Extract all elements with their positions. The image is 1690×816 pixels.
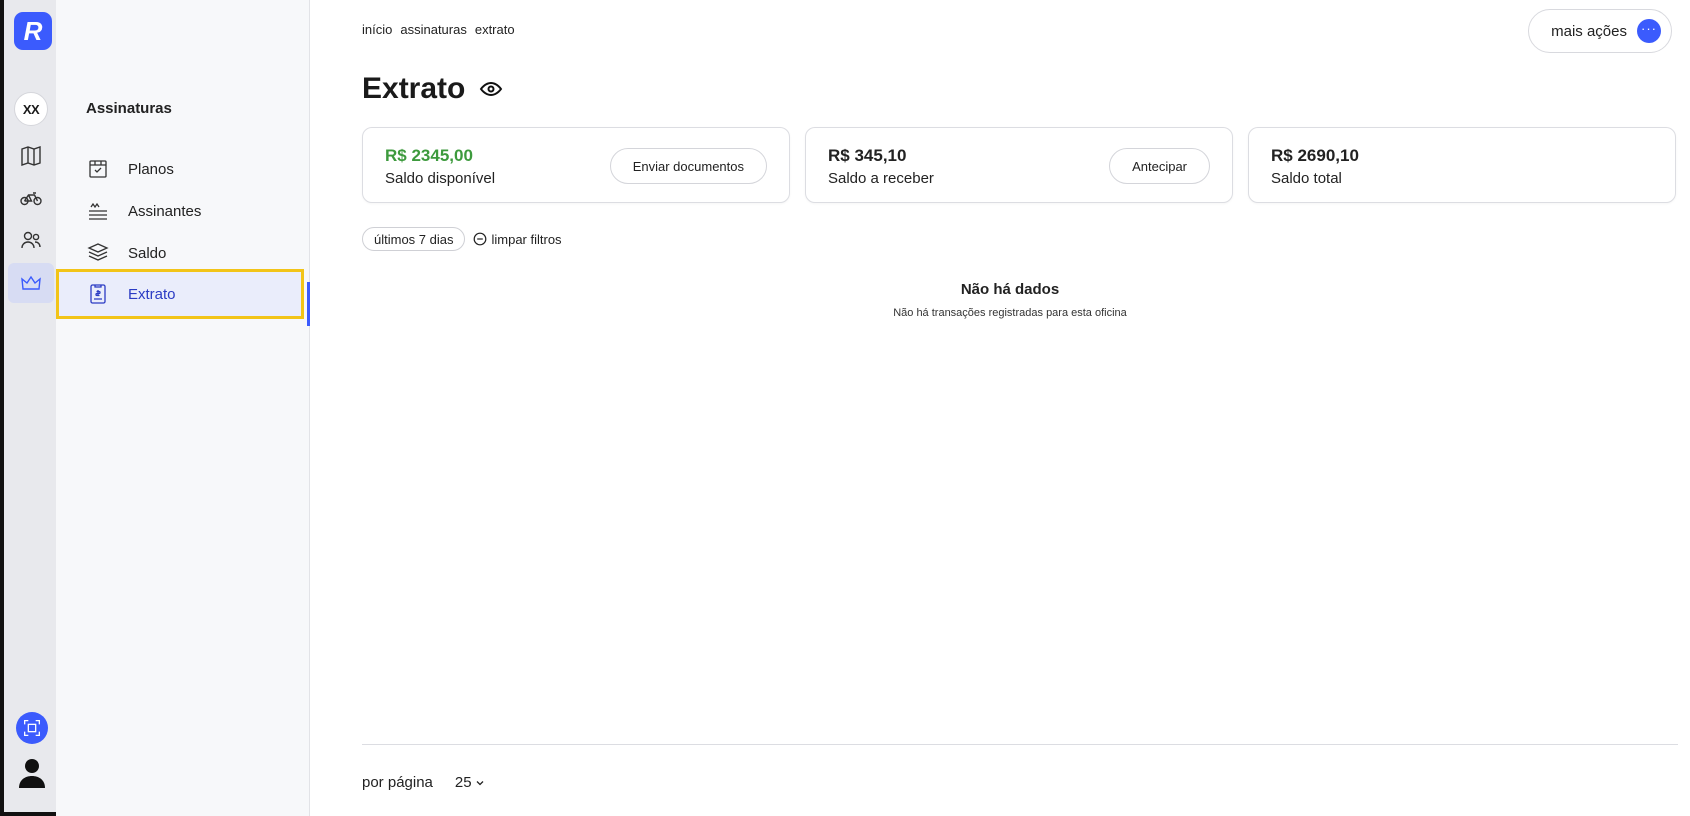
empty-state-title: Não há dados bbox=[960, 281, 1060, 298]
subnav: Assinaturas Planos Assinantes Saldo Extr… bbox=[56, 0, 310, 816]
chevron-down-icon bbox=[476, 780, 484, 785]
main-content: início assinaturas extrato mais ações ··… bbox=[310, 0, 1690, 816]
plan-icon bbox=[89, 160, 107, 178]
balance-cards: R$ 2345,00 Saldo disponível Enviar docum… bbox=[362, 127, 1676, 203]
per-page-value: 25 bbox=[454, 774, 472, 791]
anticipate-button[interactable]: Antecipar bbox=[1109, 148, 1210, 184]
per-page-label: por página bbox=[362, 774, 433, 791]
more-actions-label: mais ações bbox=[1551, 22, 1627, 40]
bike-icon[interactable] bbox=[8, 178, 54, 218]
user-profile-icon[interactable] bbox=[17, 756, 47, 788]
breadcrumb: início assinaturas extrato bbox=[362, 22, 515, 37]
qr-scan-icon[interactable] bbox=[16, 712, 48, 744]
breadcrumb-item: extrato bbox=[474, 22, 515, 37]
eye-icon[interactable] bbox=[479, 77, 503, 101]
page-title-text: Extrato bbox=[362, 72, 466, 105]
balance-card-receivable: R$ 345,10 Saldo a receber Antecipar bbox=[805, 127, 1233, 203]
card-value: R$ 2690,10 bbox=[1271, 146, 1359, 165]
org-avatar[interactable]: XX bbox=[14, 92, 48, 126]
users-icon[interactable] bbox=[8, 220, 54, 260]
period-filter-chip[interactable]: últimos 7 dias bbox=[362, 227, 466, 251]
balance-card-total: R$ 2690,10 Saldo total bbox=[1248, 127, 1676, 203]
subnav-item-planos[interactable]: Planos bbox=[56, 145, 310, 193]
footer-divider bbox=[362, 744, 1678, 745]
card-label: Saldo a receber bbox=[828, 170, 934, 187]
more-actions-button[interactable]: mais ações ··· bbox=[1528, 9, 1672, 53]
crown-icon[interactable] bbox=[8, 263, 54, 303]
breadcrumb-item[interactable]: assinaturas bbox=[400, 22, 466, 37]
subnav-item-assinantes[interactable]: Assinantes bbox=[56, 187, 310, 235]
subnav-title: Assinaturas bbox=[86, 100, 172, 117]
card-label: Saldo disponível bbox=[385, 170, 496, 187]
card-value: R$ 2345,00 bbox=[385, 146, 473, 165]
breadcrumb-item[interactable]: início bbox=[362, 22, 392, 37]
balance-icon bbox=[87, 243, 109, 261]
clear-filters-button[interactable]: limpar filtros bbox=[473, 231, 562, 247]
statement-icon bbox=[90, 284, 106, 304]
clear-filters-label: limpar filtros bbox=[491, 231, 562, 247]
icon-rail: R XX bbox=[0, 0, 56, 816]
map-icon[interactable] bbox=[8, 136, 54, 176]
minus-circle-icon bbox=[474, 232, 487, 246]
subnav-item-label: Extrato bbox=[128, 285, 176, 303]
empty-state-subtitle: Não há transações registradas para esta … bbox=[893, 307, 1127, 319]
subnav-item-label: Assinantes bbox=[128, 202, 202, 220]
balance-card-available: R$ 2345,00 Saldo disponível Enviar docum… bbox=[362, 127, 790, 203]
subnav-item-label: Saldo bbox=[128, 244, 167, 262]
page-title: Extrato bbox=[362, 72, 503, 106]
card-value: R$ 345,10 bbox=[828, 146, 907, 165]
pagination: por página 25 bbox=[362, 774, 485, 791]
filters-bar: últimos 7 dias limpar filtros bbox=[362, 227, 562, 251]
per-page-select[interactable]: 25 bbox=[455, 774, 485, 791]
send-documents-button[interactable]: Enviar documentos bbox=[609, 148, 767, 184]
subnav-item-extrato[interactable]: Extrato bbox=[56, 269, 304, 319]
subscribers-icon bbox=[89, 202, 107, 220]
app-logo[interactable]: R bbox=[14, 12, 52, 50]
subnav-item-label: Planos bbox=[128, 160, 174, 178]
ellipsis-icon: ··· bbox=[1637, 19, 1661, 43]
card-label: Saldo total bbox=[1271, 170, 1342, 187]
